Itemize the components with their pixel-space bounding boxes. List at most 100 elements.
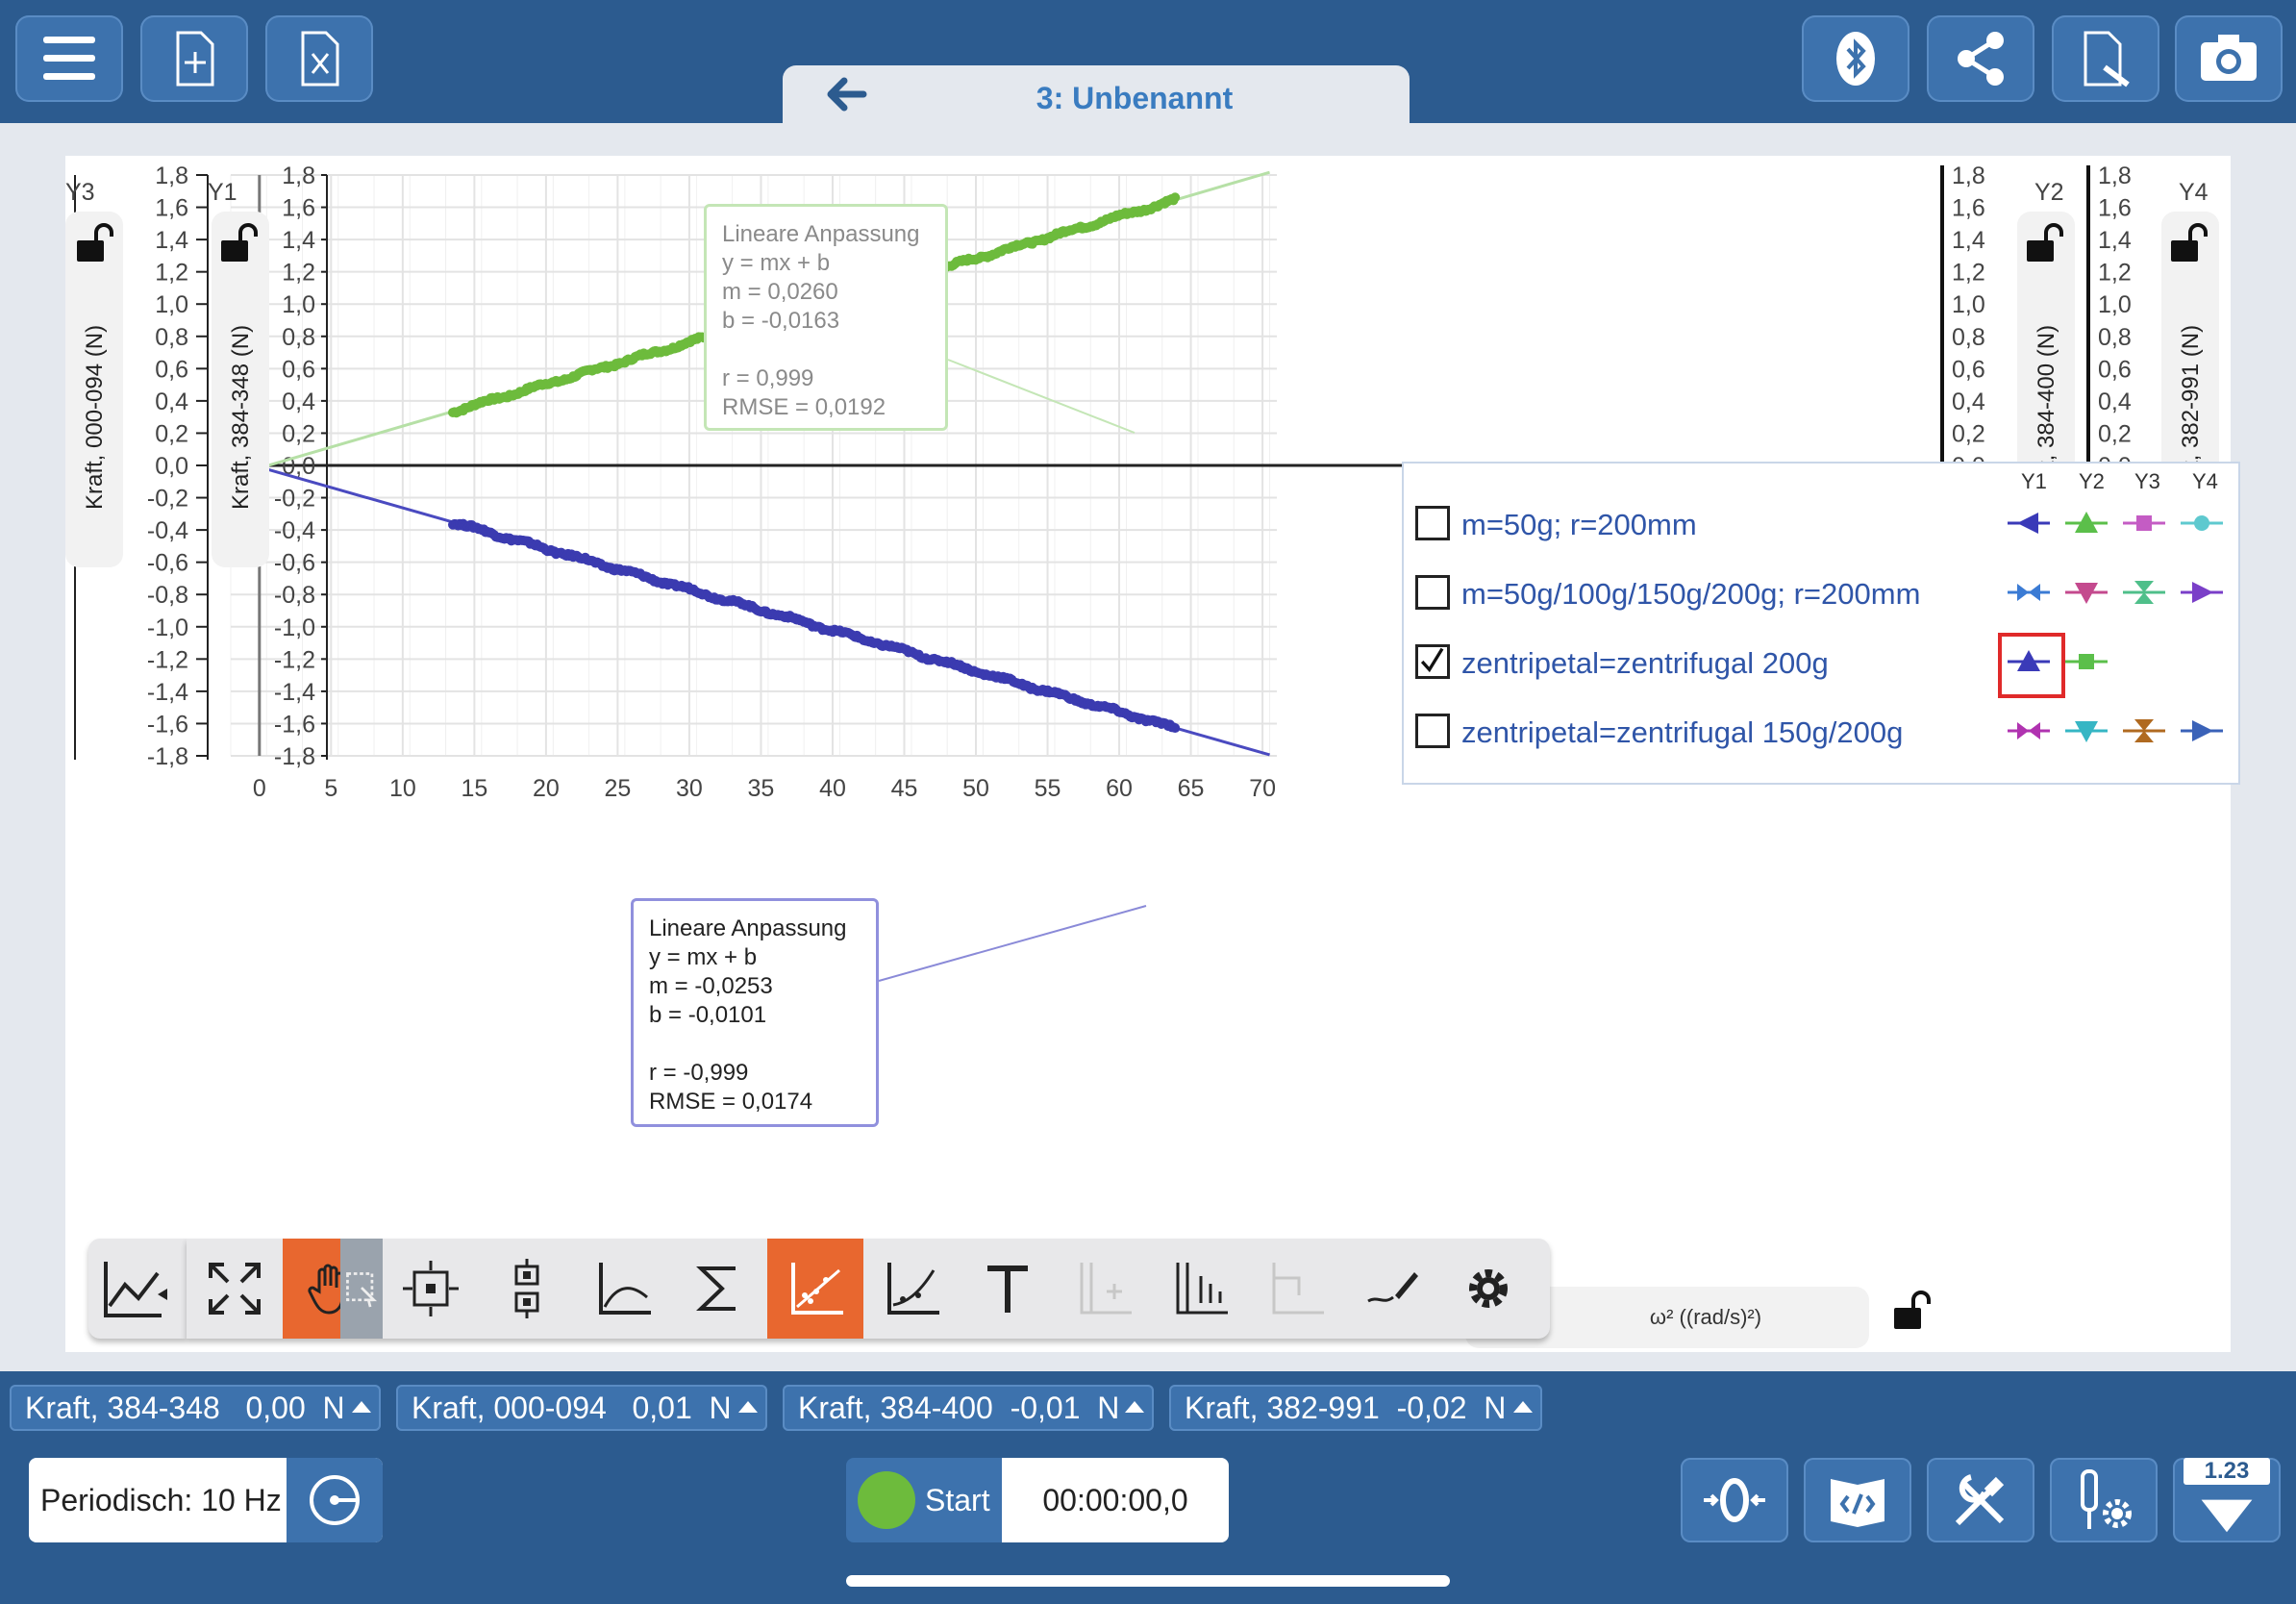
legend-row-selected[interactable]: zentripetal=zentrifugal 200g xyxy=(1408,633,2234,698)
triangle-left-marker-icon[interactable] xyxy=(2002,504,2056,542)
tangent-tool xyxy=(1248,1239,1344,1339)
y3-tick-label: -0,2 xyxy=(147,486,188,513)
zoom-fit-tool[interactable] xyxy=(479,1239,575,1339)
sensor-reading-button[interactable]: Kraft, 384-400 -0,01 N xyxy=(783,1385,1154,1431)
linear-fit-tool-active[interactable] xyxy=(767,1239,863,1339)
legend-checkbox[interactable] xyxy=(1415,506,1450,540)
zoom-point-tool[interactable] xyxy=(383,1239,479,1339)
y4-lock-icon[interactable] xyxy=(2165,221,2209,265)
y2-tick-label: 1,2 xyxy=(1952,260,1985,287)
settings-tool[interactable] xyxy=(1440,1239,1536,1339)
text-icon xyxy=(987,1266,1028,1313)
sampling-settings-button[interactable] xyxy=(287,1458,383,1542)
y2-tick-label: 1,4 xyxy=(1952,227,1985,254)
add-axis-tool xyxy=(1056,1239,1152,1339)
y4-tick-label: 1,2 xyxy=(2098,260,2132,287)
legend-row[interactable]: m=50g; r=200mm xyxy=(1408,498,2234,546)
triangle-up-marker-icon[interactable] xyxy=(2059,504,2113,542)
legend-checkbox[interactable] xyxy=(1415,575,1450,610)
y1-tick-label: 0,8 xyxy=(282,324,315,351)
back-arrow-icon[interactable] xyxy=(817,73,875,115)
triangle-down-marker-icon[interactable] xyxy=(2059,712,2113,750)
y1-tick-label: -1,8 xyxy=(274,743,315,770)
sensor-reading-button[interactable]: Kraft, 384-348 0,00 N xyxy=(10,1385,381,1431)
select-tool[interactable] xyxy=(340,1239,383,1339)
bluetooth-button[interactable] xyxy=(1802,15,1909,102)
curve-fit-tool[interactable] xyxy=(863,1239,960,1339)
circle-marker-icon[interactable] xyxy=(2175,504,2229,542)
green-fit-annotation[interactable]: Lineare Anpassung y = mx + b m = 0,0260 … xyxy=(704,204,948,431)
square-marker-icon[interactable] xyxy=(2059,642,2113,681)
start-button[interactable]: Start xyxy=(846,1458,1002,1542)
fit-formula: y = mx + b xyxy=(722,250,831,276)
axes-tool[interactable] xyxy=(575,1239,671,1339)
blue-fit-annotation[interactable]: Lineare Anpassung y = mx + b m = -0,0253… xyxy=(631,898,879,1127)
y3-tick-label: -1,2 xyxy=(147,646,188,673)
close-file-button[interactable] xyxy=(265,15,373,102)
y4-tick-label: 0,2 xyxy=(2098,420,2132,447)
graph-panel[interactable]: 1,8 1,8 1,6 1,6 1,4 1,4 1,2 1,2 1,0 1,0 0,8 0,8 0,6 0… xyxy=(65,156,2240,1352)
y3-tick-label: -0,4 xyxy=(147,517,188,544)
zero-sensors-button[interactable] xyxy=(1681,1458,1788,1542)
curve-fit-icon xyxy=(887,1263,939,1315)
sum-icon xyxy=(696,1266,736,1311)
legend-row[interactable]: zentripetal=zentrifugal 150g/200g xyxy=(1408,706,2234,754)
y4-tick-label: 1,0 xyxy=(2098,291,2132,318)
fit-r: r = -0,999 xyxy=(649,1060,749,1086)
y4-tick-label: 0,4 xyxy=(2098,388,2132,415)
x-axis-lock-icon[interactable] xyxy=(1888,1289,1933,1333)
draw-tool[interactable] xyxy=(1344,1239,1440,1339)
legend-header-y2: Y2 xyxy=(2079,469,2105,493)
bowtie-marker-icon[interactable] xyxy=(2002,573,2056,612)
y3-axis-label: Kraft, 000-094 (N) xyxy=(82,325,108,510)
menu-button[interactable] xyxy=(15,15,123,102)
share-button[interactable] xyxy=(1927,15,2034,102)
sensor-reading-button[interactable]: Kraft, 382-991 -0,02 N xyxy=(1169,1385,1542,1431)
y2-lock-icon[interactable] xyxy=(2021,221,2065,265)
y3-tick-label: 0,2 xyxy=(155,420,188,447)
text-tool[interactable] xyxy=(960,1239,1056,1339)
y1-tick-label: 1,6 xyxy=(282,195,315,222)
sensor-reading-button[interactable]: Kraft, 000-094 0,01 N xyxy=(396,1385,767,1431)
select-box-icon xyxy=(346,1272,378,1308)
triangle-right-marker-icon[interactable] xyxy=(2175,573,2229,612)
fit-intercept: b = -0,0101 xyxy=(649,1002,767,1028)
y2-tick-label: 0,4 xyxy=(1952,388,1985,415)
y2-tick-label: 0,6 xyxy=(1952,356,1985,383)
triangle-right-marker-icon[interactable] xyxy=(2175,712,2229,750)
code-book-button[interactable] xyxy=(1804,1458,1911,1542)
triangle-up-marker-icon[interactable] xyxy=(2002,642,2056,681)
fit-title: Lineare Anpassung xyxy=(649,915,847,941)
triangle-down-marker-icon[interactable] xyxy=(2059,573,2113,612)
document-tab[interactable]: 3: Unbenannt xyxy=(783,65,1410,123)
camera-button[interactable] xyxy=(2175,15,2283,102)
zero-icon xyxy=(1704,1478,1765,1522)
y3-tick-label: 0,6 xyxy=(155,356,188,383)
legend-header-y1: Y1 xyxy=(2021,469,2047,493)
tools-button[interactable] xyxy=(1927,1458,2034,1542)
new-file-button[interactable] xyxy=(140,15,248,102)
x-axis-ticks: 0 5 10 15 20 25 30 35 40 45 50 55 60 65 70 xyxy=(253,775,1276,802)
value-display-button[interactable]: 1.23 xyxy=(2173,1458,2281,1542)
square-marker-icon[interactable] xyxy=(2117,504,2171,542)
hourglass-marker-icon[interactable] xyxy=(2117,573,2171,612)
legend-checkbox[interactable] xyxy=(1415,714,1450,748)
sum-tool[interactable] xyxy=(671,1239,767,1339)
sensor-settings-button[interactable] xyxy=(2050,1458,2158,1542)
x-tick-label: 10 xyxy=(389,775,416,802)
fullscreen-tool[interactable] xyxy=(187,1239,283,1339)
edit-document-button[interactable] xyxy=(2052,15,2159,102)
bowtie-marker-icon[interactable] xyxy=(2002,712,2056,750)
legend-checkbox-checked[interactable] xyxy=(1415,644,1450,679)
y1-tick-label: 0,4 xyxy=(282,388,315,415)
axis-settings-tool[interactable] xyxy=(1152,1239,1248,1339)
hourglass-marker-icon[interactable] xyxy=(2117,712,2171,750)
y3-lock-icon[interactable] xyxy=(71,221,115,265)
x-tick-label: 55 xyxy=(1035,775,1061,802)
legend-row[interactable]: m=50g/100g/150g/200g; r=200mm xyxy=(1408,567,2234,615)
fit-intercept: b = -0,0163 xyxy=(722,308,840,334)
y1-lock-icon[interactable] xyxy=(215,221,260,265)
chart-type-button[interactable] xyxy=(88,1239,187,1339)
y1-tick-label: -0,8 xyxy=(274,582,315,609)
code-book-icon xyxy=(1831,1479,1884,1527)
